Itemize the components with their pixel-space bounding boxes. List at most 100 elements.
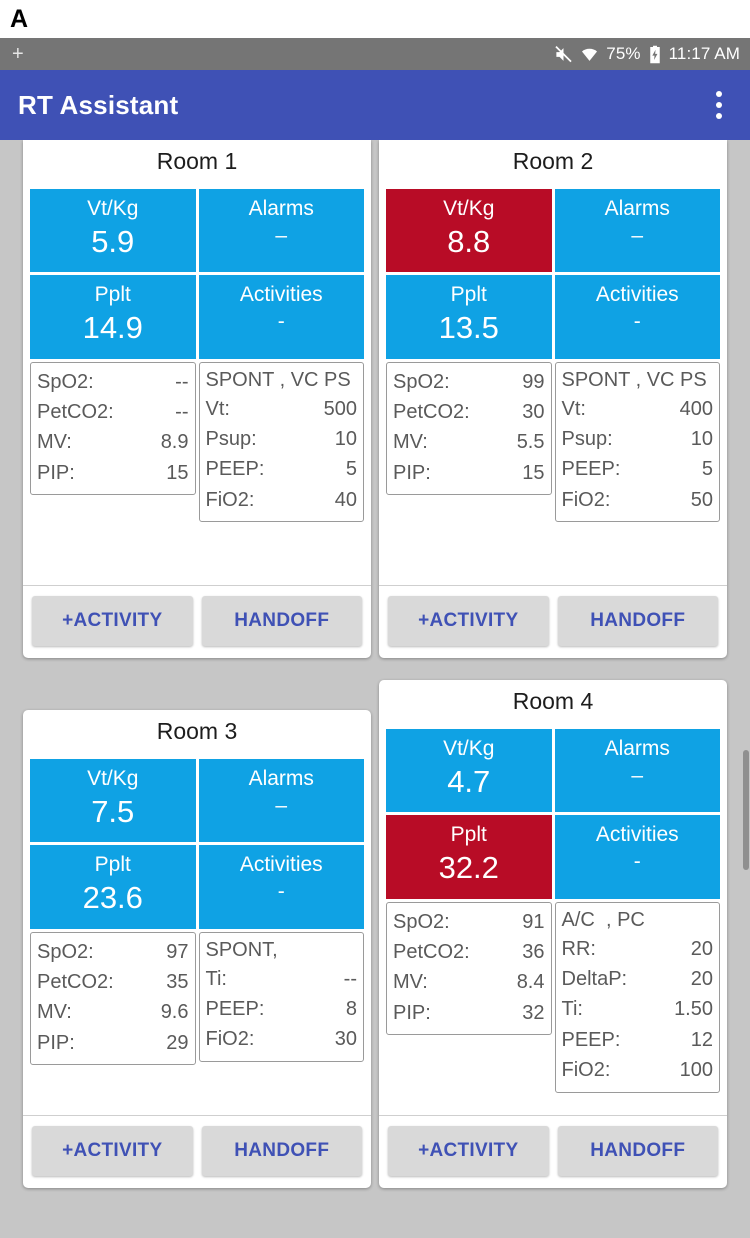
- detail-boxes: SpO2: -- PetCO2: -- MV: 8.9 PIP: 15 SPONT , VC P…: [30, 361, 364, 523]
- vital-row: SpO2: 91: [393, 907, 545, 937]
- vital-label: MV:: [393, 431, 428, 454]
- metric-tile[interactable]: Activities -: [198, 845, 364, 929]
- add-icon: +: [12, 43, 24, 65]
- room-title: Room 4: [512, 688, 594, 714]
- vent-setting-value: 40: [334, 488, 357, 511]
- vital-value: 9.6: [160, 1001, 189, 1024]
- room-body: Vt/Kg 4.7 Alarms – Pplt 32.2 Activities - SpO2: 9…: [379, 729, 727, 1115]
- vital-row: PIP: 29: [37, 1028, 189, 1058]
- metric-tile-value: -: [277, 310, 285, 334]
- vent-setting-value: 10: [690, 428, 713, 451]
- room-card[interactable]: Room 3 Vt/Kg 7.5 Alarms – Pplt 23.6 Activities -…: [23, 710, 371, 1188]
- vital-value: --: [175, 401, 189, 424]
- room-card[interactable]: Room 2 Vt/Kg 8.8 Alarms – Pplt 13.5 Activities -…: [379, 140, 727, 658]
- metric-tile[interactable]: Alarms –: [198, 189, 364, 273]
- metric-tile[interactable]: Vt/Kg 5.9: [30, 189, 196, 273]
- metric-tile-label: Activities: [239, 853, 323, 877]
- vent-setting-row: FiO2: 50: [562, 485, 714, 515]
- metric-tile-label: Activities: [595, 823, 679, 847]
- metric-tile[interactable]: Vt/Kg 7.5: [30, 759, 196, 843]
- vent-setting-label: FiO2:: [561, 1059, 611, 1082]
- room-body: Vt/Kg 5.9 Alarms – Pplt 14.9 Activities - SpO2: -…: [23, 189, 371, 585]
- vital-label: PetCO2:: [393, 941, 470, 964]
- metric-tile[interactable]: Pplt 32.2: [386, 815, 552, 899]
- vent-setting-value: 20: [690, 937, 713, 960]
- metric-tile[interactable]: Activities -: [198, 275, 364, 359]
- vent-mode-label: SPONT , VC PS: [205, 368, 351, 391]
- vital-value: 99: [522, 370, 545, 393]
- metric-tile-label: Vt/Kg: [443, 197, 495, 220]
- mute-icon: [554, 45, 573, 64]
- add-activity-button[interactable]: +ACTIVITY: [388, 1126, 549, 1176]
- vent-setting-label: PEEP:: [561, 1028, 621, 1051]
- vent-setting-value: 30: [334, 1028, 357, 1051]
- vertical-scrollbar[interactable]: [743, 140, 750, 1238]
- metric-tiles: Vt/Kg 8.8 Alarms – Pplt 13.5 Activities -: [386, 189, 720, 359]
- vent-setting-row: PEEP: 8: [206, 994, 358, 1024]
- metric-tile[interactable]: Activities -: [554, 275, 720, 359]
- metric-tile[interactable]: Alarms –: [554, 729, 720, 813]
- vital-label: PIP:: [393, 461, 431, 484]
- room-card[interactable]: Room 1 Vt/Kg 5.9 Alarms – Pplt 14.9 Activities -…: [23, 140, 371, 658]
- vent-setting-row: Vt: 500: [206, 394, 358, 424]
- vital-value: 8.4: [516, 971, 545, 994]
- room-body: Vt/Kg 7.5 Alarms – Pplt 23.6 Activities - SpO2: 9…: [23, 759, 371, 1115]
- vent-setting-value: 8: [345, 998, 357, 1021]
- vital-row: MV: 8.9: [37, 427, 189, 457]
- handoff-button[interactable]: HANDOFF: [557, 596, 718, 646]
- vent-settings-box: A/C , PC RR: 20 DeltaP: 20 Ti: 1.50 PEEP: 12 FiO2…: [554, 901, 720, 1093]
- handoff-button[interactable]: HANDOFF: [201, 1126, 362, 1176]
- metric-tile[interactable]: Alarms –: [198, 759, 364, 843]
- vital-value: 97: [166, 940, 189, 963]
- metric-tile[interactable]: Vt/Kg 8.8: [386, 189, 552, 273]
- vital-row: SpO2: --: [37, 367, 189, 397]
- more-vert-icon[interactable]: [710, 85, 728, 125]
- vent-setting-label: PEEP:: [205, 458, 265, 481]
- metric-tile-label: Pplt: [450, 823, 487, 847]
- add-activity-button[interactable]: +ACTIVITY: [388, 596, 549, 646]
- battery-percent: 75%: [606, 44, 641, 63]
- wifi-icon: [580, 45, 599, 64]
- detail-boxes: SpO2: 91 PetCO2: 36 MV: 8.4 PIP: 32 A/C , PC RR: 2…: [386, 901, 720, 1093]
- vitals-box: SpO2: -- PetCO2: -- MV: 8.9 PIP: 15: [30, 361, 196, 496]
- rooms-board[interactable]: Room 1 Vt/Kg 5.9 Alarms – Pplt 14.9 Activities -…: [0, 140, 750, 1238]
- vent-setting-row: Vt: 400: [562, 394, 714, 424]
- metric-tile[interactable]: Pplt 14.9: [30, 275, 196, 359]
- metric-tile[interactable]: Pplt 23.6: [30, 845, 196, 929]
- vital-row: PIP: 15: [393, 458, 545, 488]
- vital-label: PetCO2:: [37, 971, 114, 994]
- metric-tile[interactable]: Activities -: [554, 815, 720, 899]
- room-title: Room 3: [156, 718, 238, 744]
- card-actions: +ACTIVITY HANDOFF: [23, 585, 371, 658]
- metric-tile-value: –: [631, 764, 644, 788]
- vital-row: PIP: 15: [37, 458, 189, 488]
- vent-setting-row: FiO2: 30: [206, 1024, 358, 1054]
- metric-tile-label: Alarms: [248, 767, 314, 790]
- metric-tile[interactable]: Vt/Kg 4.7: [386, 729, 552, 813]
- vital-label: MV:: [37, 1001, 72, 1024]
- battery-charging-icon: [648, 45, 662, 64]
- scrollbar-thumb[interactable]: [743, 750, 749, 870]
- vent-setting-row: Ti: --: [206, 964, 358, 994]
- metric-tile[interactable]: Pplt 13.5: [386, 275, 552, 359]
- add-activity-button[interactable]: +ACTIVITY: [32, 1126, 193, 1176]
- kebab-dot: [716, 91, 722, 97]
- vent-setting-label: Ti:: [561, 998, 583, 1021]
- vent-setting-label: FiO2:: [205, 1028, 255, 1051]
- vent-setting-value: 5: [701, 458, 713, 481]
- add-activity-button[interactable]: +ACTIVITY: [32, 596, 193, 646]
- vent-setting-label: DeltaP:: [561, 968, 628, 991]
- handoff-button[interactable]: HANDOFF: [557, 1126, 718, 1176]
- metric-tiles: Vt/Kg 4.7 Alarms – Pplt 32.2 Activities -: [386, 729, 720, 899]
- vital-value: 35: [166, 971, 189, 994]
- vital-label: MV:: [393, 971, 428, 994]
- vital-label: PIP:: [393, 1001, 431, 1024]
- vent-setting-value: 10: [334, 428, 357, 451]
- vital-label: PetCO2:: [393, 401, 470, 424]
- vent-setting-label: Ti:: [205, 967, 227, 990]
- handoff-button[interactable]: HANDOFF: [201, 596, 362, 646]
- metric-tile[interactable]: Alarms –: [554, 189, 720, 273]
- room-card[interactable]: Room 4 Vt/Kg 4.7 Alarms – Pplt 32.2 Activities -…: [379, 680, 727, 1188]
- vent-setting-row: Psup: 10: [206, 424, 358, 454]
- vital-value: 30: [522, 401, 545, 424]
